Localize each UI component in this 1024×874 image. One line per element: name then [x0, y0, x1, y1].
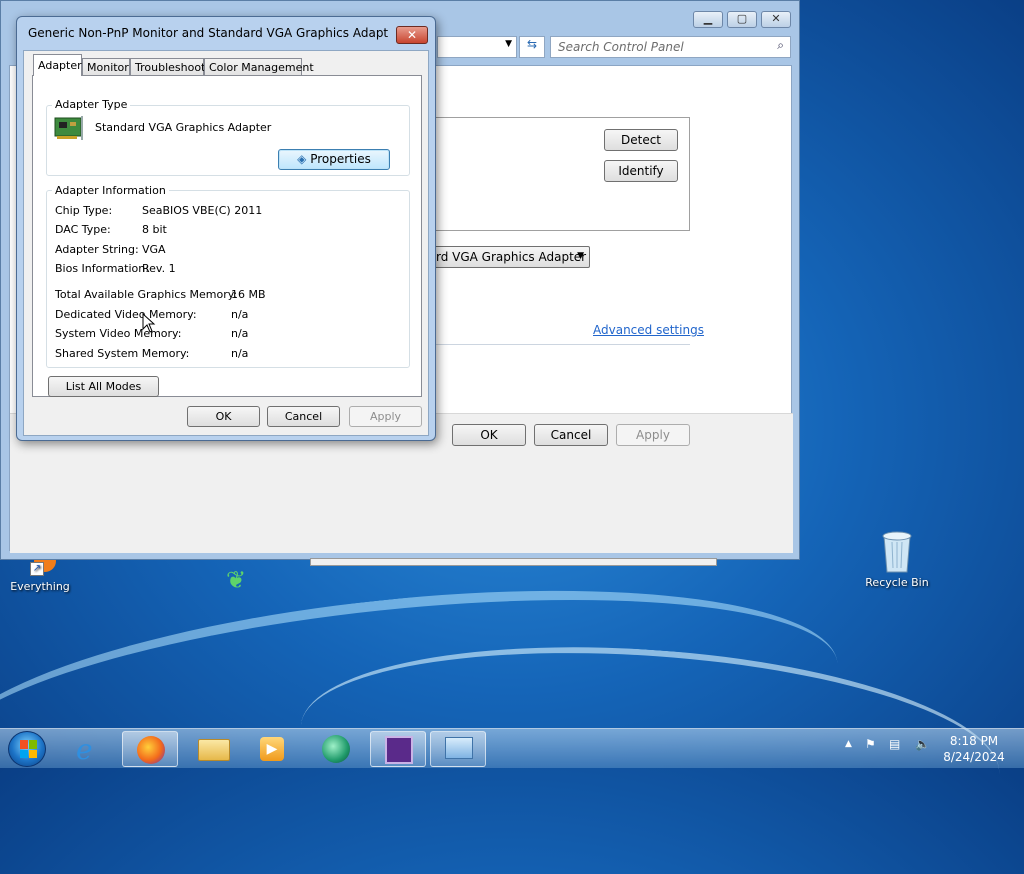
close-button[interactable]: ✕: [761, 11, 791, 28]
total-memory-label: Total Available Graphics Memory:: [55, 288, 238, 301]
chevron-down-icon[interactable]: ▼: [505, 39, 512, 49]
dialog-body: Adapter Monitor Troubleshoot Color Manag…: [23, 50, 429, 436]
address-bar[interactable]: ▼: [437, 36, 517, 58]
divider: [429, 344, 690, 345]
identify-button[interactable]: Identify: [604, 160, 678, 182]
graphics-card-icon: [54, 114, 84, 140]
taskbar-app-chip[interactable]: [370, 731, 426, 767]
system-memory-label: System Video Memory:: [55, 327, 182, 340]
properties-label: Properties: [310, 152, 371, 166]
display-select-value: rd VGA Graphics Adapter: [436, 250, 587, 264]
shared-memory-label: Shared System Memory:: [55, 347, 190, 360]
desktop-icon-recycle-bin[interactable]: Recycle Bin: [857, 528, 937, 589]
chip-type-label: Chip Type:: [55, 204, 113, 217]
clock-time: 8:18 PM: [949, 734, 999, 748]
start-button[interactable]: [8, 731, 46, 767]
group-label: Adapter Information: [52, 184, 169, 197]
clock[interactable]: 8:18 PM 8/24/2024: [936, 733, 1012, 765]
refresh-icon: ⇆: [526, 37, 538, 51]
dedicated-memory-value: n/a: [231, 308, 249, 321]
firefox-icon: [137, 736, 165, 764]
dac-type-label: DAC Type:: [55, 223, 111, 236]
action-center-flag-icon[interactable]: ⚑: [865, 737, 876, 751]
chip-type-value: SeaBIOS VBE(C) 2011: [142, 204, 263, 217]
adapter-string-value: VGA: [142, 243, 166, 256]
show-hidden-icons-icon[interactable]: ▲: [845, 739, 852, 749]
group-label: Adapter Type: [52, 98, 131, 111]
taskbar-app-media-player[interactable]: ▶: [244, 731, 300, 767]
taskbar-app-circle[interactable]: [308, 731, 364, 767]
cancel-button[interactable]: Cancel: [267, 406, 340, 427]
tab-adapter[interactable]: Adapter: [33, 54, 82, 76]
adapter-properties-dialog: Generic Non-PnP Monitor and Standard VGA…: [16, 16, 436, 441]
shield-icon: ◈: [297, 152, 307, 166]
advanced-settings-link[interactable]: Advanced settings: [593, 323, 704, 337]
properties-button[interactable]: ◈ Properties: [278, 149, 390, 170]
taskbar-app-file-explorer[interactable]: [186, 731, 242, 767]
dac-type-value: 8 bit: [142, 223, 167, 236]
minimize-button[interactable]: ▁: [693, 11, 723, 28]
search-input[interactable]: Search Control Panel ⌕: [550, 36, 791, 58]
bios-info-label: Bios Information:: [55, 262, 149, 275]
mouse-cursor: [142, 312, 156, 336]
chip-icon: [385, 736, 413, 764]
taskbar-app-firefox[interactable]: [122, 731, 178, 767]
media-player-icon: ▶: [260, 737, 284, 761]
shared-memory-value: n/a: [231, 347, 249, 360]
tab-troubleshoot[interactable]: Troubleshoot: [130, 58, 205, 76]
desktop-icon-label: Recycle Bin: [865, 576, 929, 589]
folder-icon: [198, 739, 230, 761]
taskbar: e ▶ ▲ ⚑ ▤ 🔈 8:18 PM 8/24/2024: [0, 728, 1024, 768]
windows-logo-icon: [20, 740, 37, 758]
clock-date: 8/24/2024: [943, 750, 1005, 764]
ok-button[interactable]: OK: [187, 406, 260, 427]
taskbar-app-internet-explorer[interactable]: e: [62, 731, 118, 767]
bios-info-value: Rev. 1: [142, 262, 176, 275]
chevron-down-icon: ▼: [577, 251, 584, 261]
close-button[interactable]: ✕: [396, 26, 428, 44]
internet-explorer-icon: e: [76, 733, 93, 766]
maximize-button[interactable]: ▢: [727, 11, 757, 28]
wallpaper-leaf: ❦: [226, 566, 247, 594]
system-memory-value: n/a: [231, 327, 249, 340]
dedicated-memory-label: Dedicated Video Memory:: [55, 308, 197, 321]
window-shadow-strip: [310, 558, 717, 566]
dialog-title: Generic Non-PnP Monitor and Standard VGA…: [28, 26, 388, 40]
adapter-name: Standard VGA Graphics Adapter: [95, 121, 272, 134]
refresh-button[interactable]: ⇆: [519, 36, 545, 58]
control-panel-icon: [445, 737, 473, 759]
desktop-icon-label: Everything: [10, 580, 70, 593]
network-icon[interactable]: ▤: [889, 737, 900, 751]
total-memory-value: 16 MB: [231, 288, 266, 301]
list-all-modes-button[interactable]: List All Modes: [48, 376, 159, 397]
close-icon: ✕: [406, 28, 418, 42]
taskbar-app-control-panel[interactable]: [430, 731, 486, 767]
recycle-bin-icon: [880, 528, 914, 574]
app-circle-icon: [322, 735, 350, 763]
search-icon: ⌕: [777, 38, 784, 52]
tab-color-management[interactable]: Color Management: [204, 58, 314, 76]
cancel-button[interactable]: Cancel: [534, 424, 608, 446]
adapter-tab-page: Adapter Type Standard VGA Graphics Adapt…: [32, 75, 422, 397]
display-select[interactable]: rd VGA Graphics Adapter ▼: [429, 246, 590, 268]
detect-button[interactable]: Detect: [604, 129, 678, 151]
adapter-string-label: Adapter String:: [55, 243, 139, 256]
volume-muted-icon[interactable]: 🔈: [915, 737, 930, 751]
apply-button[interactable]: Apply: [349, 406, 422, 427]
ok-button[interactable]: OK: [452, 424, 526, 446]
tab-monitor[interactable]: Monitor: [82, 58, 130, 76]
apply-button[interactable]: Apply: [616, 424, 690, 446]
search-placeholder: Search Control Panel: [558, 40, 684, 54]
